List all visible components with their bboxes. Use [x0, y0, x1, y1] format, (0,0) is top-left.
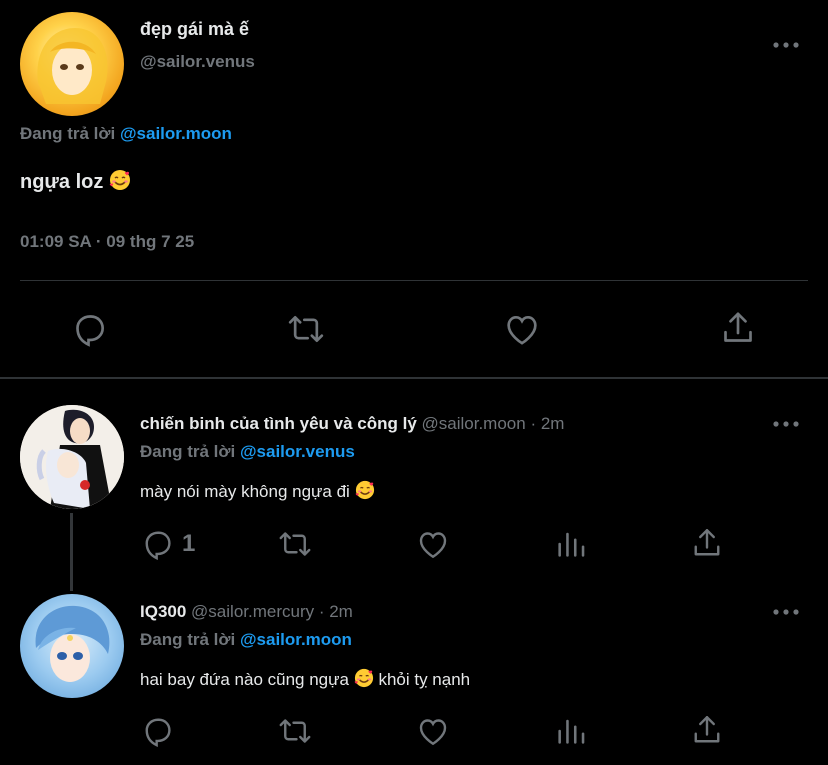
- section-divider: [0, 377, 828, 379]
- reply-icon[interactable]: [140, 713, 176, 749]
- tweet-text: hai bay đứa nào cũng ngựa khỏi tỵ nạnh: [140, 668, 470, 690]
- reply-count[interactable]: 1: [182, 530, 195, 558]
- tweet-text-content: hai bay đứa nào cũng ngựa: [140, 670, 349, 689]
- reply-to-link[interactable]: @sailor.moon: [240, 630, 352, 649]
- analytics-icon[interactable]: [554, 526, 588, 562]
- post-time[interactable]: · 2m: [319, 602, 353, 621]
- avatar[interactable]: [20, 405, 124, 509]
- reply-context: Đang trả lời @sailor.venus: [140, 442, 355, 462]
- handle[interactable]: @sailor.venus: [140, 52, 255, 72]
- tweet-text-content: khỏi tỵ nạnh: [378, 670, 471, 689]
- reply-icon[interactable]: [140, 526, 176, 562]
- retweet-icon[interactable]: [276, 713, 314, 749]
- share-icon[interactable]: [718, 308, 758, 348]
- handle[interactable]: @sailor.mercury: [191, 602, 314, 621]
- reply-to-link[interactable]: @sailor.venus: [240, 442, 355, 461]
- tweet-text: mày nói mày không ngựa đi: [140, 480, 375, 502]
- more-icon[interactable]: [772, 417, 800, 431]
- analytics-icon[interactable]: [554, 713, 588, 749]
- reply-context: Đang trả lời @sailor.moon: [140, 630, 352, 650]
- post-time[interactable]: · 2m: [530, 414, 564, 433]
- display-name[interactable]: IQ300: [140, 602, 186, 621]
- retweet-icon[interactable]: [284, 309, 328, 349]
- like-icon[interactable]: [415, 713, 451, 749]
- retweet-icon[interactable]: [276, 526, 314, 562]
- smiling-face-with-hearts-emoji: [355, 480, 375, 500]
- reply-prefix: Đang trả lời: [20, 124, 116, 143]
- like-icon[interactable]: [502, 309, 542, 349]
- reply-context: Đang trả lời @sailor.moon: [20, 124, 232, 144]
- like-icon[interactable]: [415, 526, 451, 562]
- tweet-text: ngựa loz: [20, 169, 131, 194]
- display-name[interactable]: chiến binh của tình yêu và công lý: [140, 414, 417, 433]
- share-icon[interactable]: [689, 712, 725, 748]
- reply-header: IQ300 @sailor.mercury · 2m: [140, 602, 353, 622]
- thread-line: [70, 513, 73, 591]
- divider: [20, 280, 808, 281]
- tweet-text-content: ngựa loz: [20, 171, 104, 193]
- smiling-face-with-hearts-emoji: [109, 169, 131, 191]
- reply-prefix: Đang trả lời: [140, 442, 236, 461]
- reply-to-link[interactable]: @sailor.moon: [120, 124, 232, 143]
- reply-prefix: Đang trả lời: [140, 630, 236, 649]
- display-name[interactable]: đẹp gái mà ế: [140, 19, 249, 40]
- reply-header: chiến binh của tình yêu và công lý @sail…: [140, 414, 564, 434]
- share-icon[interactable]: [689, 525, 725, 561]
- more-icon[interactable]: [772, 38, 800, 52]
- tweet-text-content: mày nói mày không ngựa đi: [140, 482, 350, 501]
- avatar[interactable]: [20, 12, 124, 116]
- smiling-face-with-hearts-emoji: [354, 668, 374, 688]
- timestamp[interactable]: 01:09 SA · 09 thg 7 25: [20, 232, 194, 252]
- reply-icon[interactable]: [70, 309, 110, 349]
- more-icon[interactable]: [772, 605, 800, 619]
- handle[interactable]: @sailor.moon: [422, 414, 526, 433]
- avatar[interactable]: [20, 594, 124, 698]
